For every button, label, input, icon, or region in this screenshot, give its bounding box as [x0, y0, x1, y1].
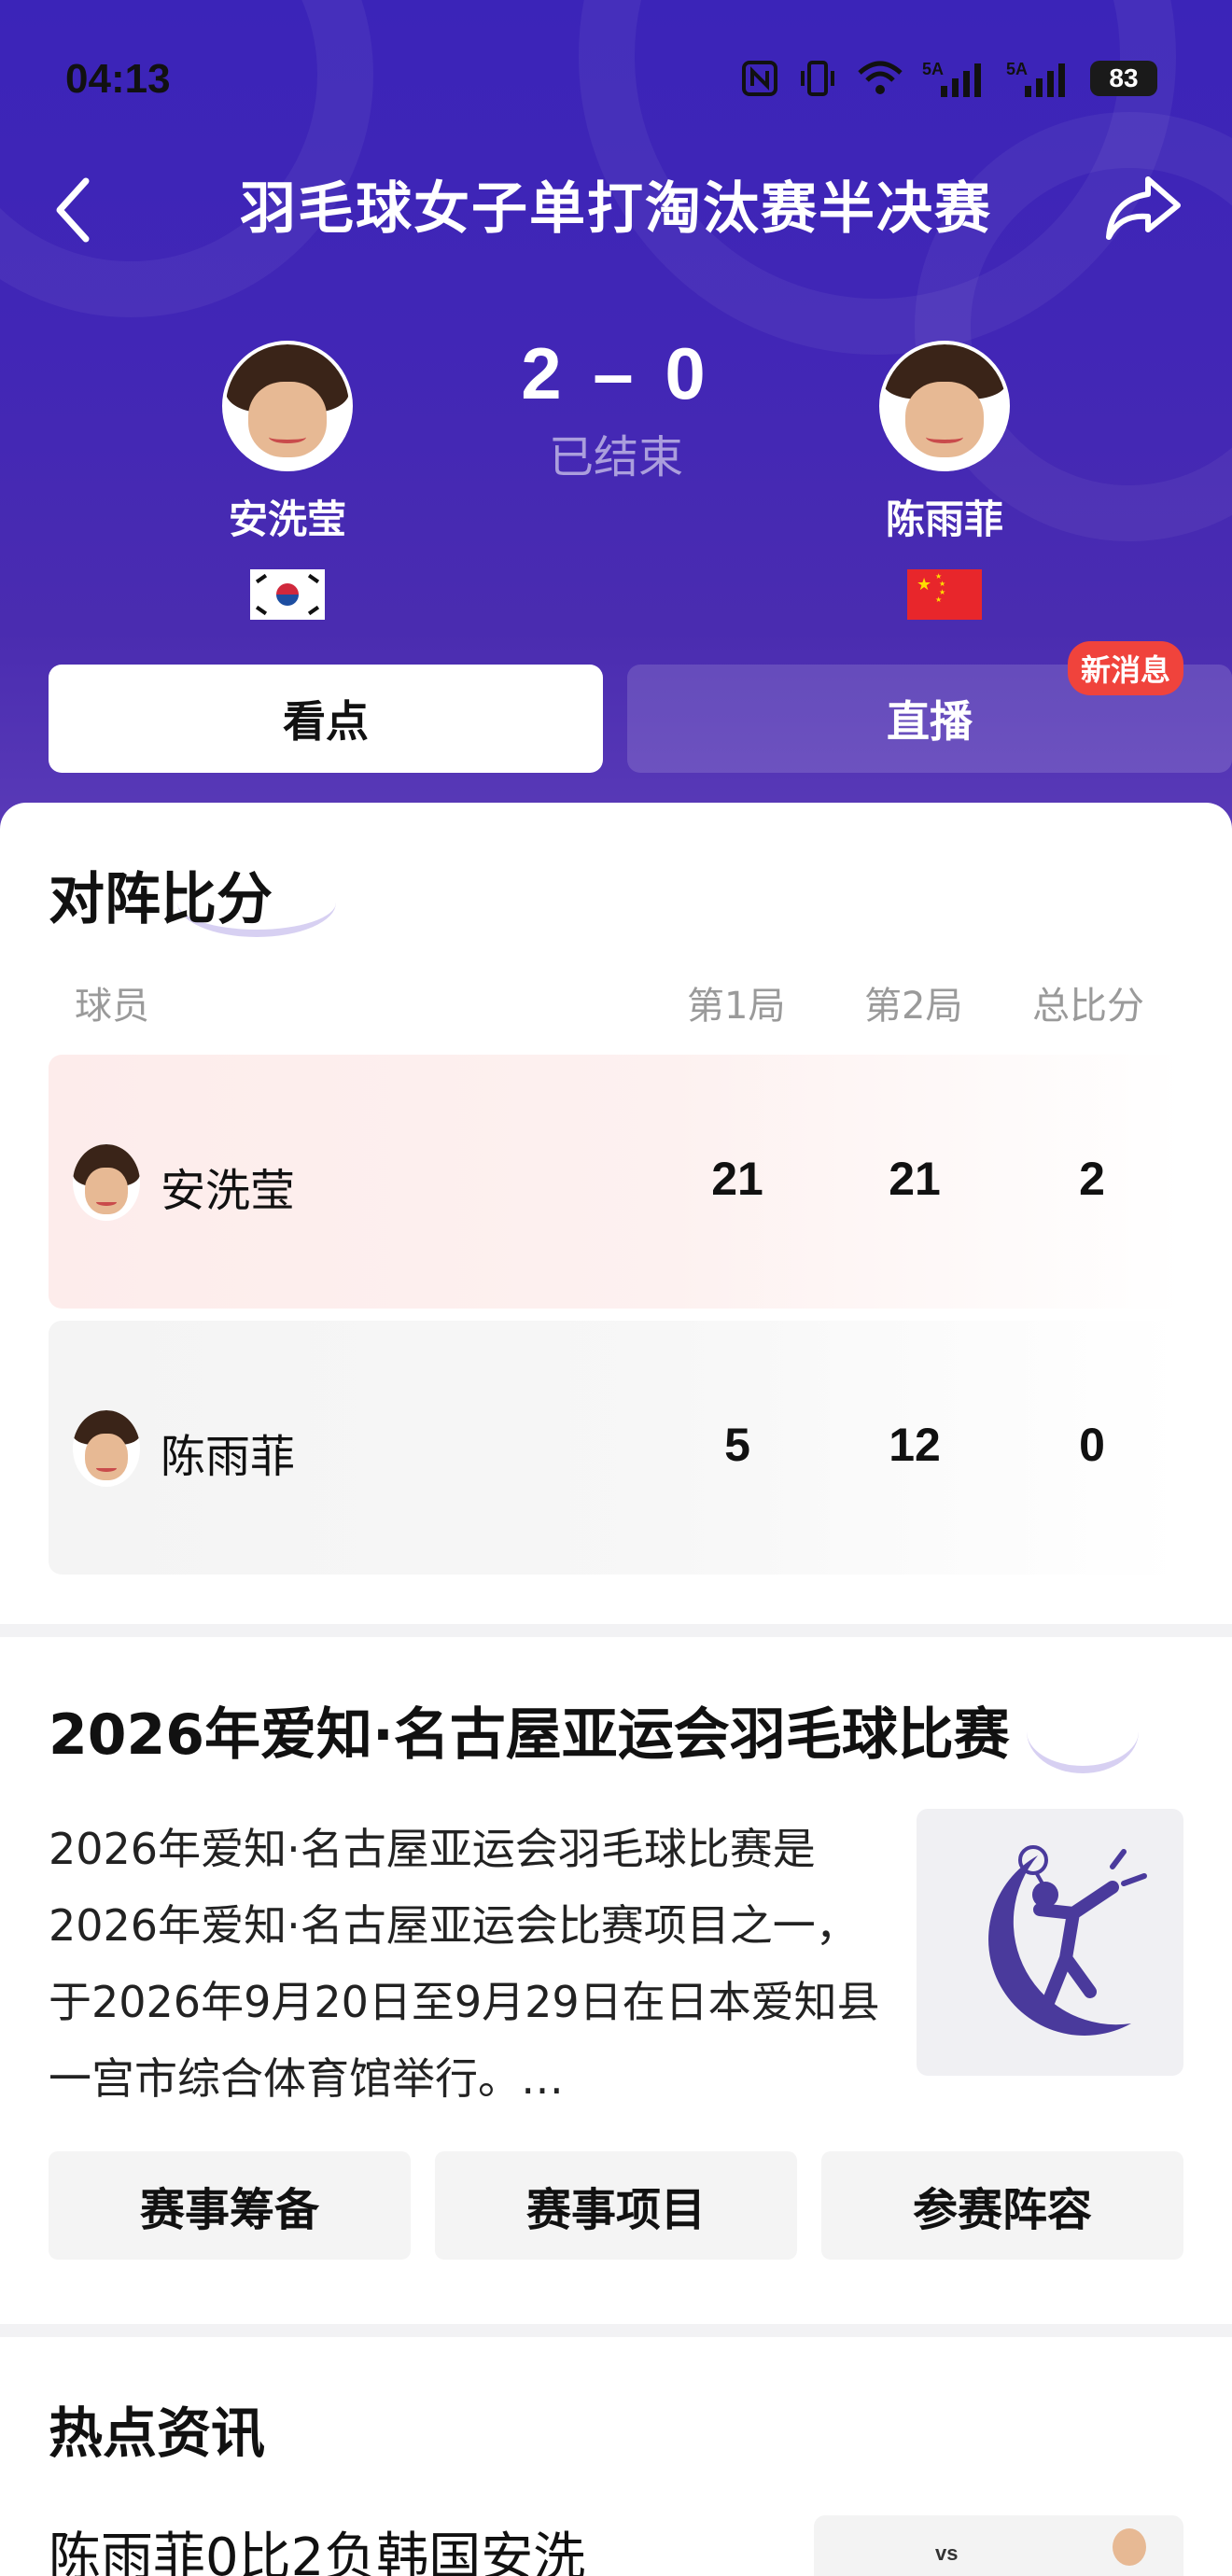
event-prep-button[interactable]: 赛事筹备 [49, 2151, 411, 2260]
tab-highlights[interactable]: 看点 [49, 665, 603, 773]
total-score: 0 [1079, 1419, 1105, 1471]
wifi-icon [858, 61, 903, 94]
battery-icon: 83 [1090, 61, 1157, 96]
col-game1: 第1局 [687, 985, 786, 1028]
player-avatar [879, 341, 1010, 471]
news-thumbnail[interactable]: vs [814, 2515, 1183, 2576]
col-total: 总比分 [1032, 985, 1144, 1028]
table-row[interactable]: 陈雨菲 5 12 0 [49, 1321, 1183, 1575]
player-name: 安洗莹 [228, 497, 346, 542]
signal-label-2: 5A [1006, 60, 1028, 78]
match-header: 04:13 5A 5A 83 羽毛球女子单打淘汰赛半决赛 安洗莹 2 – 0 已… [0, 0, 1232, 840]
share-icon[interactable] [1101, 170, 1185, 245]
player-name: 陈雨菲 [885, 497, 1003, 542]
event-lineup-button[interactable]: 参赛阵容 [821, 2151, 1183, 2260]
signal-label-1: 5A [922, 60, 944, 78]
total-score: 2 [1079, 1153, 1105, 1205]
section-divider [0, 2324, 1232, 2337]
player-name: 陈雨菲 [161, 1431, 296, 1483]
news-section-title: 热点资讯 [49, 2401, 266, 2465]
event-description[interactable]: 2026年爱知·名古屋亚运会羽毛球比赛是2026年爱知·名古屋亚运会比赛项目之一… [49, 1811, 889, 2117]
event-items-button[interactable]: 赛事项目 [435, 2151, 797, 2260]
player-avatar [222, 341, 353, 471]
korea-flag-icon [250, 569, 325, 620]
news-thumb-avatar [1113, 2528, 1146, 2566]
section-divider [0, 1624, 1232, 1637]
signal-icon-2: 5A [1006, 60, 1065, 97]
status-time: 04:13 [65, 56, 171, 102]
player-left[interactable]: 安洗莹 [194, 341, 381, 620]
status-bar: 04:13 5A 5A 83 [0, 49, 1232, 114]
badminton-logo-icon [988, 1845, 1147, 2036]
player-name: 安洗莹 [161, 1165, 296, 1217]
page-title: 羽毛球女子单打淘汰赛半决赛 [240, 176, 992, 242]
match-status: 已结束 [548, 431, 683, 483]
vibrate-icon [801, 61, 834, 96]
game1-score: 5 [724, 1419, 750, 1471]
game1-score: 21 [711, 1153, 763, 1205]
game2-score: 12 [889, 1419, 941, 1471]
new-message-badge: 新消息 [1067, 641, 1183, 695]
game2-score: 21 [889, 1153, 941, 1205]
col-player: 球员 [75, 985, 149, 1028]
scoreboard-title: 对阵比分 [49, 867, 273, 932]
player-right[interactable]: 陈雨菲 ★ ★ ★ ★ ★ [851, 341, 1038, 620]
nfc-icon [742, 61, 777, 96]
back-arrow-icon[interactable] [47, 168, 103, 252]
title-decoration [1027, 1689, 1139, 1773]
event-logo[interactable] [917, 1809, 1183, 2076]
tab-bar: 看点 直播 新消息 [49, 641, 1232, 775]
bg-decoration [0, 0, 373, 317]
vs-label: vs [935, 2541, 959, 2565]
col-game2: 第2局 [864, 985, 963, 1028]
player-avatar [73, 1410, 140, 1487]
table-row[interactable]: 安洗莹 21 21 2 [49, 1055, 1183, 1309]
news-item-title[interactable]: 陈雨菲0比2负韩国安洗 [49, 2515, 585, 2576]
status-icons: 5A 5A 83 [741, 58, 1157, 99]
player-avatar [73, 1144, 140, 1221]
event-title[interactable]: 2026年爱知·名古屋亚运会羽毛球比赛 [49, 1689, 1010, 1771]
tab-live-label: 直播 [887, 696, 973, 747]
signal-icon: 5A [922, 60, 981, 97]
match-score: 2 – 0 [521, 332, 711, 414]
china-flag-icon: ★ ★ ★ ★ ★ [907, 569, 982, 620]
